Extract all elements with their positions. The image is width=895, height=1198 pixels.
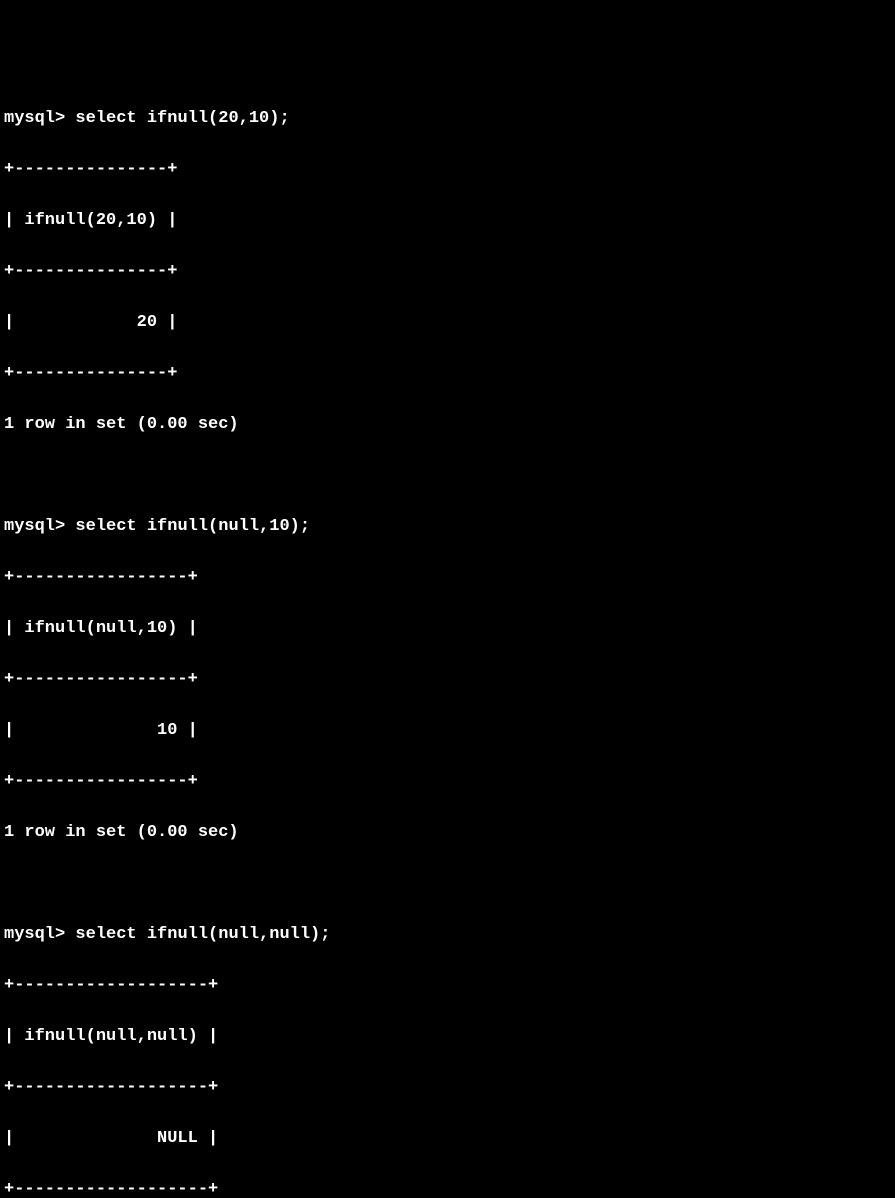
status-line: 1 row in set (0.00 sec) [4,820,891,846]
table-border: +-----------------+ [4,667,891,693]
table-border: +-------------------+ [4,973,891,999]
table-row: | 10 | [4,718,891,744]
query-line-3[interactable]: mysql> select ifnull(null,null); [4,922,891,948]
table-border: +-----------------+ [4,565,891,591]
query-line-2[interactable]: mysql> select ifnull(null,10); [4,514,891,540]
table-border: +---------------+ [4,361,891,387]
blank-line [4,463,891,489]
table-border: +-----------------+ [4,769,891,795]
table-row: | 20 | [4,310,891,336]
mysql-prompt: mysql> [4,925,75,944]
sql-command: select ifnull(20,10); [75,109,289,128]
table-row: | NULL | [4,1126,891,1152]
blank-line [4,871,891,897]
table-border: +-------------------+ [4,1075,891,1101]
table-border: +---------------+ [4,157,891,183]
table-header: | ifnull(null,10) | [4,616,891,642]
mysql-prompt: mysql> [4,517,75,536]
table-border: +---------------+ [4,259,891,285]
mysql-prompt: mysql> [4,109,75,128]
status-line: 1 row in set (0.00 sec) [4,412,891,438]
table-header: | ifnull(null,null) | [4,1024,891,1050]
sql-command: select ifnull(null,10); [75,517,310,536]
table-header: | ifnull(20,10) | [4,208,891,234]
query-line-1[interactable]: mysql> select ifnull(20,10); [4,106,891,132]
sql-command: select ifnull(null,null); [75,925,330,944]
table-border: +-------------------+ [4,1177,891,1198]
